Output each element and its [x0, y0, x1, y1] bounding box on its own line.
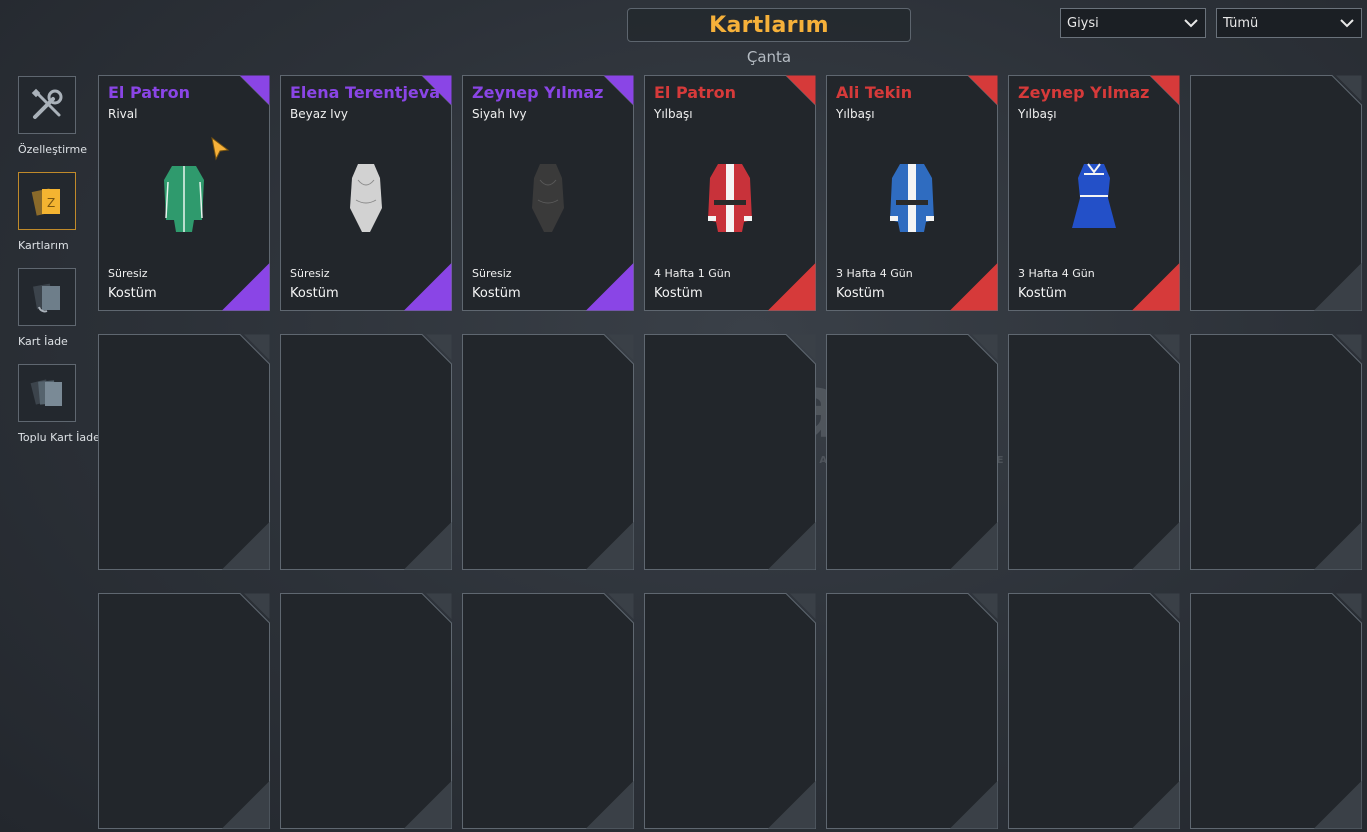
black-bodysuit-icon [532, 164, 564, 232]
card-duration: Süresiz [290, 267, 330, 280]
cards-icon: Z [18, 172, 76, 230]
green-tracksuit-icon [164, 166, 204, 232]
card-name: El Patron [654, 83, 736, 102]
chevron-down-icon [1184, 19, 1198, 28]
title-box: Kartlarım [627, 8, 911, 42]
empty-card-slot[interactable] [98, 593, 270, 829]
card-subtitle: Rival [108, 107, 138, 121]
empty-card-slot[interactable] [98, 334, 270, 570]
card-subtitle: Yılbaşı [1018, 107, 1057, 121]
item-card[interactable]: Elena Terentjeva Beyaz Ivy Süresiz Kostüm [280, 75, 452, 311]
card-duration: Süresiz [108, 267, 148, 280]
card-subtitle: Yılbaşı [836, 107, 875, 121]
card-name: Zeynep Yılmaz [1018, 83, 1150, 102]
blue-santa-coat-icon [890, 164, 934, 232]
sidebar-item-label: Kart İade [18, 335, 68, 348]
sidebar-item-bulk-card-return[interactable]: Toplu Kart İade [18, 364, 100, 444]
card-type: Kostüm [472, 286, 521, 301]
empty-card-slot[interactable] [280, 593, 452, 829]
empty-card-slot[interactable] [826, 593, 998, 829]
category-dropdown[interactable]: Giysi [1060, 8, 1206, 38]
white-bodysuit-icon [350, 164, 382, 232]
item-card[interactable]: Zeynep Yılmaz Yılbaşı 3 Hafta 4 Gün Kostüm [1008, 75, 1180, 311]
scope-value: Tümü [1223, 15, 1259, 31]
card-duration: 4 Hafta 1 Gün [654, 267, 731, 280]
empty-card-slot[interactable] [462, 593, 634, 829]
sidebar-item-label: Özelleştirme [18, 143, 87, 156]
card-duration: Süresiz [472, 267, 512, 280]
empty-card-slot[interactable] [1190, 593, 1362, 829]
card-name: El Patron [108, 83, 190, 102]
item-card[interactable]: Ali Tekin Yılbaşı 3 Hafta 4 Gün Kostüm [826, 75, 998, 311]
sidebar-item-customization[interactable]: Özelleştirme [18, 76, 98, 156]
card-duration: 3 Hafta 4 Gün [836, 267, 913, 280]
bulk-card-return-icon [18, 364, 76, 422]
card-subtitle: Yılbaşı [654, 107, 693, 121]
empty-card-slot[interactable] [1008, 334, 1180, 570]
card-return-icon [18, 268, 76, 326]
empty-card-slot[interactable] [826, 334, 998, 570]
chevron-down-icon [1340, 19, 1354, 28]
page-title: Kartlarım [709, 12, 829, 38]
empty-card-slot[interactable] [1008, 593, 1180, 829]
red-santa-coat-icon [708, 164, 752, 232]
card-type: Kostüm [836, 286, 885, 301]
empty-card-slot[interactable] [644, 334, 816, 570]
tools-icon [18, 76, 76, 134]
sidebar-item-my-cards[interactable]: Z Kartlarım [18, 172, 98, 252]
cursor-icon [211, 137, 230, 161]
card-name: Ali Tekin [836, 83, 913, 102]
card-type: Kostüm [654, 286, 703, 301]
item-card[interactable]: El Patron Rival Süresiz Kostüm [98, 75, 270, 311]
empty-card-slot[interactable] [644, 593, 816, 829]
card-type: Kostüm [290, 286, 339, 301]
blue-dress-icon [1072, 163, 1116, 228]
card-subtitle: Beyaz Ivy [290, 107, 348, 121]
card-type: Kostüm [108, 286, 157, 301]
card-type: Kostüm [1018, 286, 1067, 301]
sidebar-item-label: Kartlarım [18, 239, 69, 252]
card-name: Elena Terentjeva [290, 83, 441, 102]
empty-card-slot[interactable] [462, 334, 634, 570]
empty-card-slot[interactable] [1190, 334, 1362, 570]
item-card[interactable]: Zeynep Yılmaz Siyah Ivy Süresiz Kostüm [462, 75, 634, 311]
page-subtitle: Çanta [746, 48, 792, 66]
scope-dropdown[interactable]: Tümü [1216, 8, 1362, 38]
category-value: Giysi [1067, 15, 1099, 31]
svg-text:Z: Z [47, 196, 55, 210]
sidebar-item-card-return[interactable]: Kart İade [18, 268, 98, 348]
sidebar-item-label: Toplu Kart İade [18, 431, 100, 444]
empty-card-slot[interactable] [1190, 75, 1362, 311]
card-name: Zeynep Yılmaz [472, 83, 604, 102]
item-card[interactable]: El Patron Yılbaşı 4 Hafta 1 Gün Kostüm [644, 75, 816, 311]
card-duration: 3 Hafta 4 Gün [1018, 267, 1095, 280]
empty-card-slot[interactable] [280, 334, 452, 570]
card-subtitle: Siyah Ivy [472, 107, 527, 121]
